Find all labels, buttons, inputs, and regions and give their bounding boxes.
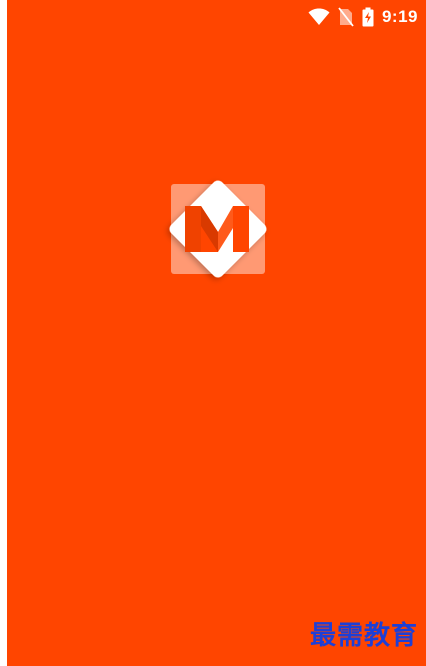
no-sim-icon [338, 7, 354, 27]
status-time: 9:19 [381, 7, 418, 26]
watermark-text: 最需教育 [309, 621, 418, 651]
splash-background [7, 0, 426, 666]
phone-screen: 9:19 最需教育 [7, 0, 426, 666]
m-logo-icon [155, 166, 281, 292]
wifi-icon [308, 8, 330, 26]
battery-charging-icon [362, 7, 374, 27]
status-bar: 9:19 [7, 0, 426, 34]
